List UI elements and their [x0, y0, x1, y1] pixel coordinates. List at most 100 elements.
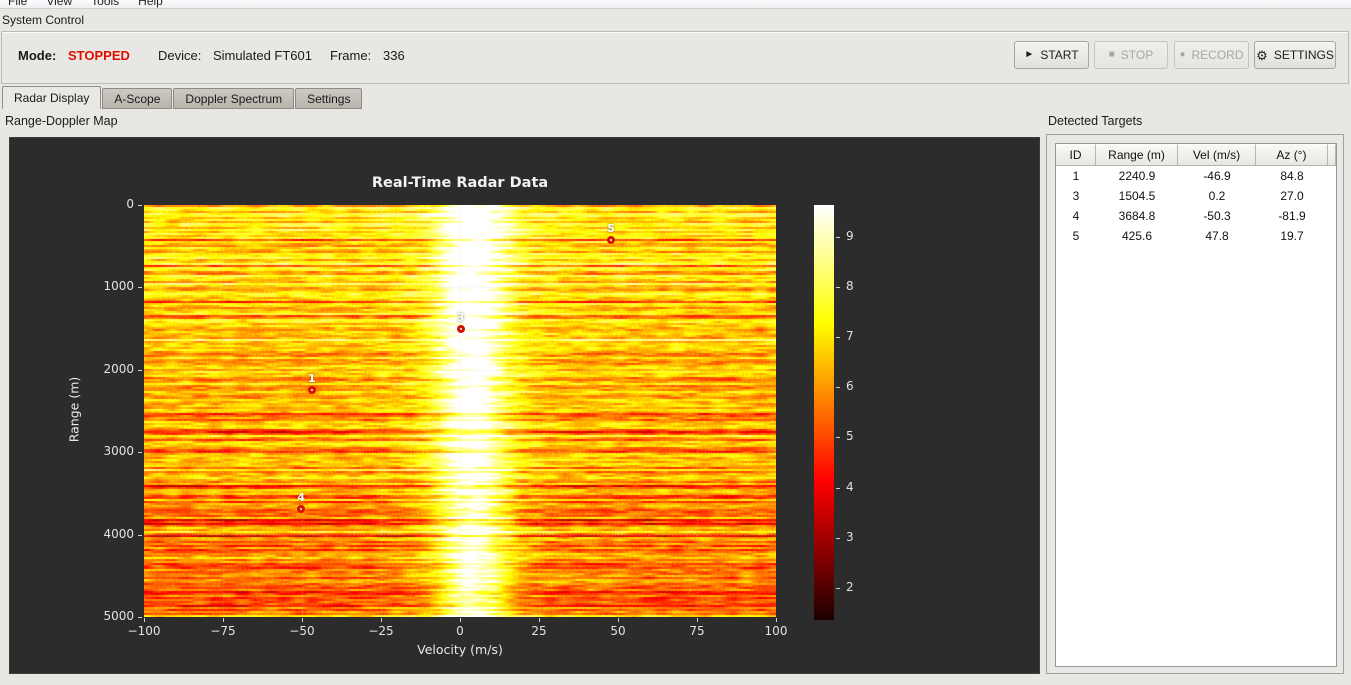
stop-icon: ■: [1108, 49, 1115, 60]
device-label: Device:: [158, 48, 202, 63]
table-cell: 19.7: [1280, 229, 1304, 243]
x-tick-mark: [617, 618, 619, 622]
tab-a-scope[interactable]: A-Scope: [102, 88, 173, 109]
x-tick-label: −25: [368, 624, 394, 638]
table-cell: 5: [1072, 229, 1080, 243]
play-icon: ►: [1024, 49, 1035, 60]
table-cell: -81.9: [1278, 209, 1306, 223]
system-control-group-label: System Control: [2, 13, 85, 27]
colorbar-tick-mark: [836, 387, 840, 389]
colorbar-tick-mark: [836, 437, 840, 439]
frame-label: Frame:: [330, 48, 372, 63]
x-tick-label: 75: [689, 624, 705, 638]
colorbar-tick-label: 3: [846, 529, 854, 544]
x-tick-label: −100: [127, 624, 161, 638]
button-label: STOP: [1120, 48, 1154, 62]
target-marker: [307, 385, 316, 394]
menu-help[interactable]: Help: [138, 0, 163, 8]
table-cell: 0.2: [1208, 189, 1226, 203]
table-cell: 425.6: [1121, 229, 1153, 243]
y-tick-label: 3000: [103, 444, 134, 459]
colorbar-tick-label: 7: [846, 328, 854, 343]
table-cell: -50.3: [1203, 209, 1231, 223]
range-doppler-plot-panel: Real-Time Radar Data Velocity (m/s) Rang…: [9, 137, 1040, 674]
x-tick-label: 25: [531, 624, 547, 638]
colorbar-tick-mark: [836, 537, 840, 539]
colorbar-tick-label: 6: [846, 379, 854, 394]
gear-icon: ⚙: [1256, 47, 1268, 63]
x-tick-mark: [143, 618, 145, 622]
y-tick-label: 2000: [103, 361, 134, 376]
x-tick-mark: [222, 618, 224, 622]
tab-radar-display[interactable]: Radar Display: [2, 86, 102, 109]
x-tick-mark: [775, 618, 777, 622]
table-row[interactable]: 1 2240.9 -46.9 84.8: [1056, 166, 1336, 186]
menu-tools[interactable]: Tools: [91, 0, 119, 8]
y-tick-mark: [138, 617, 142, 618]
target-label: 4: [297, 490, 305, 504]
table-cell: 27.0: [1280, 189, 1304, 203]
colorbar-tick-mark: [836, 587, 840, 589]
mode-value: STOPPED: [68, 48, 130, 63]
range-doppler-heatmap: [144, 205, 776, 617]
column-header-range[interactable]: Range (m): [1096, 144, 1178, 166]
start-button[interactable]: ► START: [1014, 41, 1089, 69]
column-header-vel[interactable]: Vel (m/s): [1178, 144, 1256, 166]
stop-button[interactable]: ■ STOP: [1094, 41, 1168, 69]
settings-button[interactable]: ⚙ SETTINGS: [1254, 41, 1336, 69]
record-button[interactable]: ● RECORD: [1174, 41, 1249, 69]
table-header-row: ID Range (m) Vel (m/s) Az (°): [1056, 144, 1336, 166]
y-tick-mark: [138, 452, 142, 454]
colorbar-tick-mark: [836, 487, 840, 489]
table-cell: 3: [1072, 189, 1080, 203]
table-row[interactable]: 4 3684.8 -50.3 -81.9: [1056, 206, 1336, 226]
mode-label: Mode:: [18, 48, 57, 63]
table-cell: 2240.9: [1118, 169, 1156, 183]
target-label: 5: [607, 222, 615, 236]
detected-targets-table: ID Range (m) Vel (m/s) Az (°) 1 2240.9 -46.9 8…: [1055, 143, 1337, 667]
menu-bar: File View Tools Help: [0, 0, 1351, 9]
x-tick-mark: [538, 618, 540, 622]
column-header-filler: [1328, 144, 1336, 166]
table-cell: 3684.8: [1118, 209, 1156, 223]
colorbar-tick-mark: [836, 236, 840, 238]
target-label: 1: [307, 371, 316, 385]
table-row[interactable]: 3 1504.5 0.2 27.0: [1056, 186, 1336, 206]
x-tick-label: −50: [289, 624, 315, 638]
menu-file[interactable]: File: [8, 0, 27, 8]
colorbar-tick-label: 2: [846, 579, 854, 594]
colorbar-tick-label: 9: [846, 228, 854, 243]
record-icon: ●: [1179, 49, 1186, 60]
frame-value: 336: [383, 48, 405, 63]
y-tick-mark: [138, 205, 142, 206]
column-header-az[interactable]: Az (°): [1256, 144, 1328, 166]
table-cell: 1: [1072, 169, 1080, 183]
colorbar-tick-label: 4: [846, 479, 854, 494]
table-cell: 1504.5: [1118, 189, 1156, 203]
x-tick-mark: [459, 618, 461, 622]
detected-targets-label: Detected Targets: [1048, 114, 1143, 128]
colorbar-tick-label: 5: [846, 429, 854, 444]
column-header-id[interactable]: ID: [1056, 144, 1096, 166]
y-tick-label: 4000: [103, 526, 134, 541]
target-label: 3: [456, 310, 465, 324]
table-cell: 4: [1072, 209, 1080, 223]
y-tick-mark: [138, 369, 142, 371]
target-marker: [607, 236, 616, 245]
x-tick-mark: [380, 618, 382, 622]
y-tick-mark: [138, 534, 142, 536]
tab-bar: Radar Display A-Scope Doppler Spectrum Sett…: [2, 86, 363, 109]
tab-settings[interactable]: Settings: [295, 88, 363, 109]
table-row[interactable]: 5 425.6 47.8 19.7: [1056, 226, 1336, 246]
target-marker: [456, 324, 465, 333]
colorbar-tick-label: 8: [846, 278, 854, 293]
target-marker: [297, 504, 306, 513]
tab-doppler-spectrum[interactable]: Doppler Spectrum: [173, 88, 295, 109]
y-tick-label: 0: [126, 197, 134, 211]
table-cell: 47.8: [1205, 229, 1229, 243]
y-tick-label: 1000: [103, 279, 134, 294]
menu-view[interactable]: View: [46, 0, 72, 8]
button-label: RECORD: [1191, 48, 1244, 62]
x-axis-label: Velocity (m/s): [417, 642, 503, 657]
x-tick-label: 0: [456, 624, 464, 638]
